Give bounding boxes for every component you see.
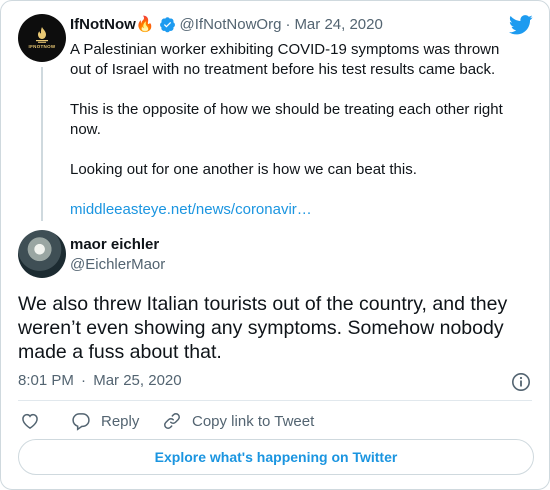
quoted-author-name[interactable]: IfNotNow — [70, 16, 136, 33]
author-name[interactable]: maor eichler — [70, 236, 165, 253]
thread-line — [41, 67, 43, 221]
quoted-paragraph: A Palestinian worker exhibiting COVID-19… — [70, 41, 500, 78]
verified-badge-icon — [159, 16, 176, 33]
quoted-paragraph: Looking out for one another is how we ca… — [70, 161, 417, 178]
divider — [18, 400, 532, 401]
tweet-text: We also threw Italian tourists out of th… — [18, 293, 508, 363]
author-handle[interactable]: @EichlerMaor — [70, 256, 165, 273]
flame-emoji: 🔥 — [135, 16, 155, 33]
quoted-tweet-date[interactable]: Mar 24, 2020 — [294, 16, 382, 33]
flame-logo-icon — [36, 27, 48, 43]
copy-link-label: Copy link to Tweet — [192, 412, 315, 430]
quoted-tweet-body: A Palestinian worker exhibiting COVID-19… — [70, 40, 520, 220]
quoted-paragraph: This is the opposite of how we should be… — [70, 101, 503, 138]
tweet-date: Mar 25, 2020 — [93, 372, 182, 389]
quoted-tweet-header: IfNotNow 🔥 @IfNotNowOrg · Mar 24, 2020 — [70, 15, 383, 34]
tweet-embed-card: IFNOTNOW IfNotNow 🔥 @IfNotNowOrg · Mar 2… — [0, 0, 550, 490]
like-button[interactable] — [20, 411, 40, 431]
quoted-link[interactable]: middleeasteye.net/news/coronavir… — [70, 200, 520, 220]
timestamp-separator: · — [81, 372, 87, 389]
copy-link-button[interactable]: Copy link to Tweet — [162, 411, 314, 431]
author-avatar[interactable] — [18, 230, 66, 278]
explore-twitter-button[interactable]: Explore what's happening on Twitter — [18, 439, 534, 475]
avatar-logo-text: IFNOTNOW — [28, 44, 56, 49]
tweet-timestamp[interactable]: 8:01 PM · Mar 25, 2020 — [18, 372, 182, 389]
reply-label: Reply — [101, 412, 140, 430]
reply-button[interactable]: Reply — [71, 411, 139, 431]
quoted-author-handle[interactable]: @IfNotNowOrg — [180, 16, 282, 33]
heart-icon — [22, 413, 38, 429]
twitter-bird-icon[interactable] — [508, 15, 533, 40]
tweet-time: 8:01 PM — [18, 372, 74, 389]
quoted-author-avatar[interactable]: IFNOTNOW — [18, 14, 66, 62]
header-separator: · — [285, 15, 291, 33]
info-icon[interactable] — [511, 372, 531, 397]
link-icon — [164, 413, 180, 429]
author-block: maor eichler @EichlerMaor — [70, 236, 165, 273]
reply-icon — [72, 413, 90, 431]
